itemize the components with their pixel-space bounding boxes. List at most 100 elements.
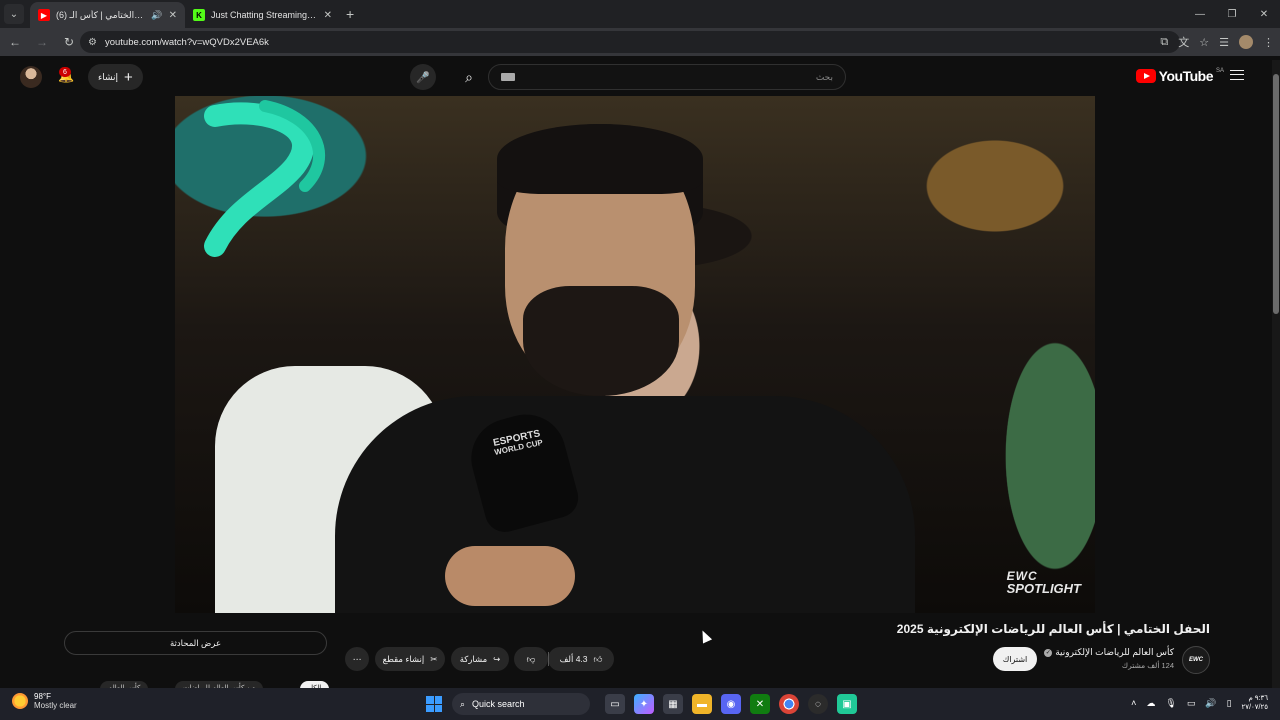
create-label: إنشاء (98, 71, 119, 82)
xbox-icon[interactable]: ✕ (750, 694, 770, 714)
search-icon: ⌕ (460, 698, 466, 709)
task-view-icon[interactable]: ▭ (605, 694, 625, 714)
youtube-masthead: 🔔 إنشاء + 🎤 ⌕ بحث YouTube SA (0, 56, 1270, 96)
forward-icon[interactable]: → (30, 30, 54, 54)
chrome-menu-icon[interactable]: ⋮ (1263, 36, 1274, 49)
scissors-icon: ✂ (430, 653, 438, 664)
channel-avatar[interactable]: EWC (1182, 646, 1210, 674)
tab-kick[interactable]: K Just Chatting Streaming - Live ✕ (185, 2, 340, 28)
network-icon[interactable]: ▭ (1187, 698, 1196, 709)
mouse-cursor-icon (697, 628, 713, 644)
tab-title: Just Chatting Streaming - Live (211, 10, 318, 20)
thumbs-up-icon: 👍︎ (593, 653, 603, 664)
interviewee-shirt (335, 396, 915, 613)
channel-avatar-text: EWC (1189, 657, 1203, 663)
address-bar[interactable]: ⚙ youtube.com/watch?v=wQVDx2VEA6k (80, 31, 1180, 53)
share-button[interactable]: مشاركة ↪ (451, 647, 509, 671)
close-tab-icon[interactable]: ✕ (324, 10, 332, 21)
dislike-button[interactable]: 👎︎ (514, 647, 548, 671)
browser-tab-bar: ⌄ ▶ الحفل الختامي | كأس الـ (6) 🔊 ✕ K Ju… (0, 0, 1280, 28)
subscriber-count: 124 ألف مشترك (1121, 661, 1174, 670)
system-clock[interactable]: ٩:٣٦ م ٢٧/٠٧/٢٥ (1242, 694, 1268, 712)
neon-logo-graphic (204, 100, 326, 257)
discord-icon[interactable]: ◉ (721, 694, 741, 714)
share-arrow-icon: ↪ (493, 653, 501, 664)
battery-icon[interactable]: ▯ (1227, 698, 1232, 709)
file-explorer-icon[interactable]: ▬ (692, 694, 712, 714)
hand-holding-mic (445, 546, 575, 606)
page-scrollbar[interactable] (1272, 60, 1280, 688)
search-placeholder: بحث (815, 71, 833, 82)
keyboard-icon[interactable] (501, 73, 515, 81)
clip-label: إنشاء مقطع (382, 653, 425, 664)
app-green-icon[interactable]: ▣ (837, 694, 857, 714)
search-icon[interactable]: ⌕ (451, 64, 487, 90)
interviewee-beard (523, 286, 679, 396)
volume-icon[interactable]: 🔊 (1205, 698, 1216, 709)
speaker-icon[interactable]: 🔊 (151, 10, 162, 21)
weather-widget[interactable]: 98°F Mostly clear (12, 692, 77, 710)
copilot-icon[interactable]: ✦ (634, 694, 654, 714)
plus-icon: + (124, 68, 133, 86)
url-text: youtube.com/watch?v=wQVDx2VEA6k (104, 36, 269, 48)
scrollbar-thumb[interactable] (1273, 74, 1279, 314)
account-avatar[interactable] (20, 66, 42, 88)
youtube-favicon-icon: ▶ (38, 9, 50, 21)
back-icon[interactable]: ← (3, 30, 27, 54)
channel-name[interactable]: كأس العالم للرياضات الإلكترونية ✓ (1044, 647, 1174, 658)
temperature: 98°F (34, 692, 51, 701)
create-button[interactable]: إنشاء + (88, 64, 143, 90)
windows-taskbar: 98°F Mostly clear ⌕ Quick search ▭ ✦ ▦ ▬… (0, 688, 1280, 720)
video-player[interactable]: ESPORTS WORLD CUP EWC SPOTLIGHT (175, 96, 1095, 613)
new-tab-icon[interactable]: + (346, 6, 354, 22)
system-tray: ˄ ☁ 🎙 ▭ 🔊 ▯ ٩:٣٦ م ٢٧/٠٧/٢٥ (1131, 694, 1268, 712)
reading-list-icon[interactable]: ☰ (1219, 36, 1229, 49)
youtube-play-icon (1135, 69, 1156, 83)
cast-icon[interactable]: ⧉ (1160, 36, 1168, 49)
onedrive-cloud-icon[interactable]: ☁ (1146, 698, 1155, 709)
video-title: الحفل الختامي | كأس العالم للرياضات الإل… (896, 622, 1210, 636)
close-window-icon[interactable]: ✕ (1248, 0, 1280, 28)
site-info-icon[interactable]: ⚙ (88, 37, 97, 48)
translate-icon[interactable]: 文 (1178, 34, 1189, 50)
show-chat-button[interactable]: عرض المحادثة (64, 631, 327, 655)
taskbar-search[interactable]: ⌕ Quick search (452, 693, 590, 715)
guide-menu-icon[interactable] (1230, 70, 1244, 80)
microsoft-store-icon[interactable]: ▦ (663, 694, 683, 714)
microphone-tray-icon[interactable]: 🎙 (1165, 698, 1176, 709)
voice-search-mic-icon[interactable]: 🎤 (410, 64, 436, 90)
share-label: مشاركة (459, 653, 488, 664)
weather-condition: Mostly clear (34, 701, 77, 711)
clip-button[interactable]: إنشاء مقطع ✂ (375, 647, 445, 671)
verified-check-icon: ✓ (1044, 648, 1053, 657)
kick-favicon-icon: K (193, 9, 205, 21)
interviewee-hair-top (497, 124, 703, 194)
subscribe-button[interactable]: اشتراك (993, 647, 1037, 671)
notification-badge: 6 (59, 67, 71, 77)
profile-avatar[interactable] (1239, 35, 1253, 49)
tab-title: الحفل الختامي | كأس الـ (6) (56, 9, 145, 20)
thumbs-down-icon: 👎︎ (526, 653, 536, 664)
toolbar-actions: ⧉ 文 ☆ ☰ ⋮ (1160, 31, 1274, 53)
tray-overflow-chevron-icon[interactable]: ˄ (1131, 698, 1136, 708)
like-dislike-divider (548, 652, 549, 666)
close-tab-icon[interactable]: ✕ (169, 10, 177, 21)
maximize-icon[interactable]: ❐ (1216, 0, 1248, 28)
tab-search-button[interactable]: ⌄ (4, 4, 24, 24)
like-button[interactable]: 4.3 ألف 👍︎ (548, 647, 614, 671)
chrome-icon[interactable] (779, 694, 799, 714)
country-code: SA (1215, 68, 1224, 74)
tab-youtube[interactable]: ▶ الحفل الختامي | كأس الـ (6) 🔊 ✕ (30, 2, 185, 28)
reload-icon[interactable]: ↻ (57, 30, 81, 54)
obs-icon[interactable]: ◌ (808, 694, 828, 714)
weather-sun-icon (12, 693, 28, 710)
minimize-icon[interactable]: — (1184, 0, 1216, 28)
window-controls: — ❐ ✕ (1184, 0, 1280, 28)
youtube-logo[interactable]: YouTube SA (1135, 68, 1224, 84)
more-actions-button[interactable]: ⋯ (345, 647, 369, 671)
channel-name-text: كأس العالم للرياضات الإلكترونية (1055, 647, 1174, 657)
search-input[interactable]: بحث (488, 64, 846, 90)
bookmark-star-icon[interactable]: ☆ (1199, 36, 1209, 49)
browser-toolbar: ← → ↻ ⚙ youtube.com/watch?v=wQVDx2VEA6k … (0, 28, 1280, 56)
windows-start-icon[interactable] (426, 696, 442, 712)
